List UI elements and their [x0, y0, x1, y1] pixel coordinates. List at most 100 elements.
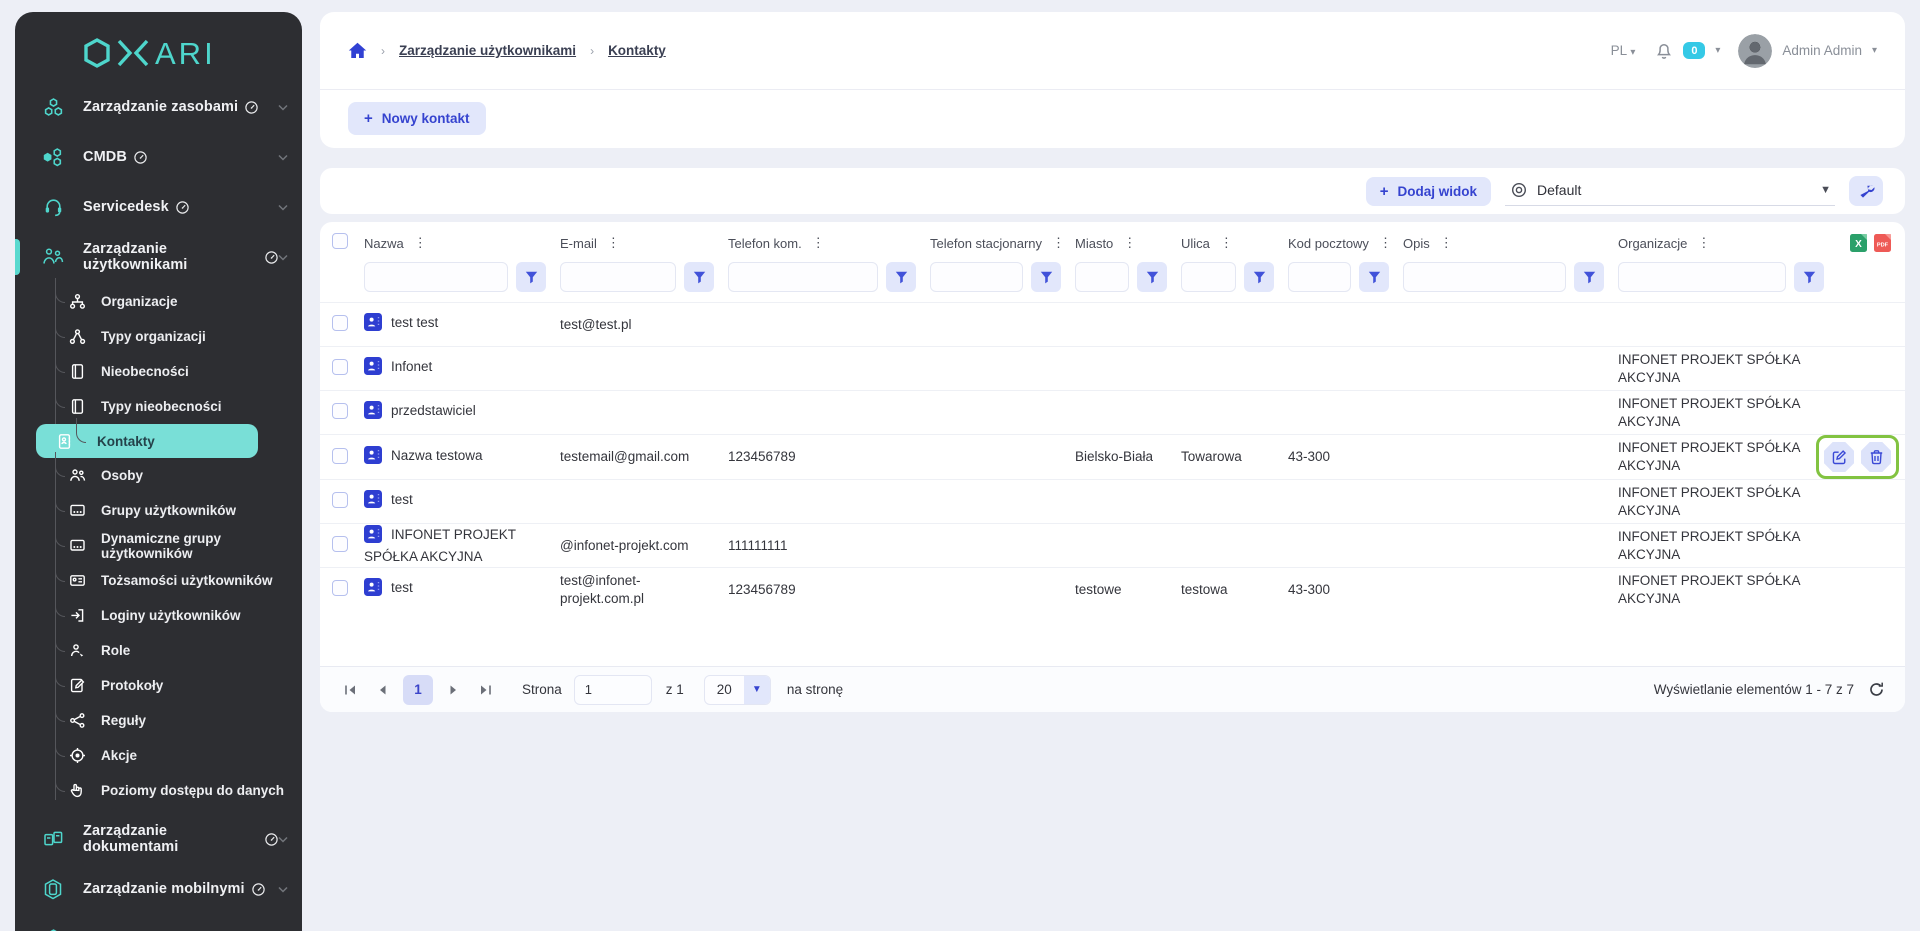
- filter-input-opis[interactable]: [1403, 262, 1566, 292]
- column-header-nazwa[interactable]: Nazwa: [364, 236, 404, 251]
- home-icon[interactable]: [348, 42, 367, 59]
- sidebar-item-kontakty[interactable]: Kontakty: [36, 424, 258, 458]
- current-page-chip[interactable]: 1: [403, 675, 433, 705]
- contact-name: INFONET PROJEKT SPÓŁKA AKCYJNA: [364, 527, 516, 564]
- sidebar-group-zarzadzanie-zasobami[interactable]: Zarządzanie zasobami: [15, 82, 302, 132]
- column-header-opis[interactable]: Opis: [1403, 236, 1430, 251]
- export-pdf-icon[interactable]: PDF: [1874, 234, 1891, 252]
- new-contact-button[interactable]: + Nowy kontakt: [348, 102, 486, 135]
- filter-input-telefon-kom[interactable]: [728, 262, 878, 292]
- user-role-icon: [67, 642, 87, 659]
- journal-icon: [67, 363, 87, 380]
- filter-funnel-icon[interactable]: [684, 262, 714, 292]
- filter-input-kod-pocztowy[interactable]: [1288, 262, 1351, 292]
- filter-input-nazwa[interactable]: [364, 262, 508, 292]
- sidebar-group-zarzadzanie-uzytkownikami[interactable]: Zarządzanie użytkownikami: [15, 232, 302, 282]
- column-header-kod-pocztowy[interactable]: Kod pocztowy: [1288, 236, 1369, 251]
- column-header-organizacje[interactable]: Organizacje: [1618, 236, 1687, 251]
- delete-button[interactable]: [1861, 442, 1891, 472]
- filter-funnel-icon[interactable]: [886, 262, 916, 292]
- manage-views-button[interactable]: [1849, 176, 1883, 206]
- filter-funnel-icon[interactable]: [516, 262, 546, 292]
- column-menu-icon[interactable]: ⋮: [414, 235, 427, 251]
- plus-icon: +: [364, 111, 373, 126]
- filter-input-ulica[interactable]: [1181, 262, 1236, 292]
- page-number-input[interactable]: [574, 675, 652, 705]
- column-header-telefon-stacjonarny[interactable]: Telefon stacjonarny: [930, 236, 1042, 251]
- language-selector[interactable]: PL ▾: [1611, 43, 1636, 58]
- sidebar-group-cmdb[interactable]: CMDB: [15, 132, 302, 182]
- row-checkbox[interactable]: [332, 448, 348, 464]
- column-menu-icon[interactable]: ⋮: [607, 235, 620, 251]
- user-name[interactable]: Admin Admin: [1782, 43, 1862, 58]
- row-checkbox[interactable]: [332, 580, 348, 596]
- column-menu-icon[interactable]: ⋮: [1123, 235, 1136, 251]
- column-menu-icon[interactable]: ⋮: [1440, 235, 1453, 251]
- journal-icon: [67, 398, 87, 415]
- sidebar-group-ustawienia[interactable]: Ustawienia: [15, 914, 302, 931]
- column-header-miasto[interactable]: Miasto: [1075, 236, 1113, 251]
- table-row[interactable]: test test@infonet-projekt.com.pl 1234567…: [320, 567, 1905, 611]
- column-menu-icon[interactable]: ⋮: [812, 235, 825, 251]
- chevron-down-icon[interactable]: ▾: [1715, 45, 1720, 56]
- contact-organizations: INFONET PROJEKT SPÓŁKA AKCYJNA: [1618, 484, 1838, 519]
- sidebar-group-zarzadzanie-dokumentami[interactable]: Zarządzanie dokumentami: [15, 814, 302, 864]
- page-size-select[interactable]: 20 ▼: [704, 675, 771, 705]
- sidebar-group-servicedesk[interactable]: Servicedesk: [15, 182, 302, 232]
- bell-icon[interactable]: [1655, 41, 1673, 60]
- select-all-checkbox[interactable]: [332, 233, 348, 249]
- column-header-email[interactable]: E-mail: [560, 236, 597, 251]
- edit-button[interactable]: [1824, 442, 1854, 472]
- filter-funnel-icon[interactable]: [1031, 262, 1061, 292]
- sidebar-group-zarzadzanie-mobilnymi[interactable]: Zarządzanie mobilnymi: [15, 864, 302, 914]
- row-checkbox[interactable]: [332, 536, 348, 552]
- sidebar-item-poziomy-dostepu-do-danych[interactable]: Poziomy dostępu do danych: [15, 773, 302, 808]
- filter-input-telefon-stacjonarny[interactable]: [930, 262, 1023, 292]
- table-row[interactable]: Infonet INFONET PROJEKT SPÓŁKA AKCYJNA: [320, 346, 1905, 390]
- add-view-button[interactable]: + Dodaj widok: [1366, 177, 1491, 206]
- filter-funnel-icon[interactable]: [1794, 262, 1824, 292]
- export-excel-icon[interactable]: X: [1850, 234, 1867, 252]
- row-checkbox[interactable]: [332, 359, 348, 375]
- table-row[interactable]: test test test@test.pl: [320, 302, 1905, 346]
- refresh-icon[interactable]: [1868, 681, 1885, 698]
- contact-street: Towarowa: [1181, 448, 1288, 466]
- next-page-button[interactable]: [445, 680, 463, 700]
- previous-page-button[interactable]: [373, 680, 391, 700]
- row-checkbox[interactable]: [332, 492, 348, 508]
- avatar[interactable]: [1738, 34, 1772, 68]
- chevron-down-icon: ▼: [744, 676, 770, 704]
- filter-funnel-icon[interactable]: [1359, 262, 1389, 292]
- column-menu-icon[interactable]: ⋮: [1697, 235, 1710, 251]
- filter-funnel-icon[interactable]: [1137, 262, 1167, 292]
- contact-name: Infonet: [391, 359, 432, 374]
- breadcrumb-link-users[interactable]: Zarządzanie użytkownikami: [399, 43, 576, 58]
- column-header-ulica[interactable]: Ulica: [1181, 236, 1210, 251]
- sidebar-item-typy-nieobecnosci[interactable]: Typy nieobecności: [15, 389, 302, 424]
- filter-funnel-icon[interactable]: [1244, 262, 1274, 292]
- row-checkbox[interactable]: [332, 315, 348, 331]
- contact-card-icon: [364, 313, 382, 336]
- last-page-button[interactable]: [475, 680, 496, 700]
- svg-text:ARI: ARI: [155, 36, 216, 71]
- page-size-value: 20: [705, 682, 744, 697]
- column-menu-icon[interactable]: ⋮: [1379, 235, 1392, 251]
- column-menu-icon[interactable]: ⋮: [1052, 235, 1065, 251]
- filter-input-email[interactable]: [560, 262, 676, 292]
- column-menu-icon[interactable]: ⋮: [1220, 235, 1233, 251]
- first-page-button[interactable]: [340, 680, 361, 700]
- view-select[interactable]: Default ▼: [1505, 177, 1835, 206]
- filter-input-miasto[interactable]: [1075, 262, 1129, 292]
- row-checkbox[interactable]: [332, 403, 348, 419]
- breadcrumb-link-kontakty[interactable]: Kontakty: [608, 43, 666, 58]
- table-row[interactable]: przedstawiciel INFONET PROJEKT SPÓŁKA AK…: [320, 390, 1905, 434]
- filter-funnel-icon[interactable]: [1574, 262, 1604, 292]
- table-row[interactable]: Nazwa testowa testemail@gmail.com 123456…: [320, 434, 1905, 479]
- chevron-down-icon: [278, 254, 288, 261]
- documents-icon: [41, 828, 65, 850]
- column-header-telefon-kom[interactable]: Telefon kom.: [728, 236, 802, 251]
- filter-input-organizacje[interactable]: [1618, 262, 1786, 292]
- table-row[interactable]: test INFONET PROJEKT SPÓŁKA AKCYJNA: [320, 479, 1905, 523]
- dashboard-gauge-icon: [252, 883, 265, 896]
- table-row[interactable]: INFONET PROJEKT SPÓŁKA AKCYJNA @infonet-…: [320, 523, 1905, 567]
